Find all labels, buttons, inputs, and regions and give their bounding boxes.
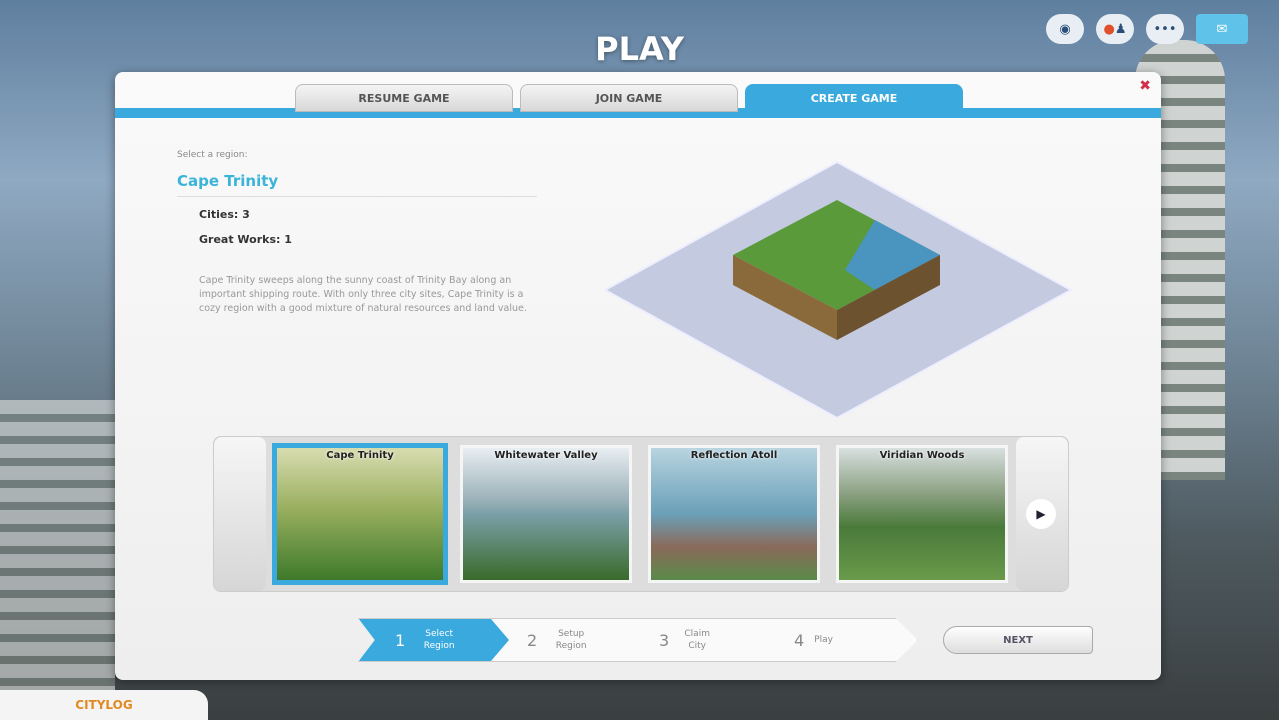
step-select-region: 1 Select Region: [359, 619, 509, 661]
play-arrow-icon: ▶: [1026, 499, 1056, 529]
sims-icon[interactable]: ◉: [1046, 14, 1084, 44]
region-card-reflection-atoll[interactable]: Reflection Atoll: [648, 445, 820, 583]
setup-steps: 1 Select Region 2 Setup Region 3 Claim City…: [358, 618, 918, 662]
region-map-preview: [605, 160, 1074, 420]
great-works-count: Great Works: 1: [199, 233, 292, 246]
region-description: Cape Trinity sweeps along the sunny coas…: [199, 275, 527, 314]
region-card-label: Viridian Woods: [879, 450, 965, 461]
region-card-label: Whitewater Valley: [494, 450, 598, 461]
background-building: [0, 400, 115, 690]
region-card-label: Cape Trinity: [326, 450, 394, 461]
carousel-next-button[interactable]: ▶: [1016, 437, 1068, 591]
carousel-prev-button[interactable]: [214, 437, 266, 591]
notifications-icon[interactable]: ✉: [1196, 14, 1248, 44]
step-play: 4 Play: [794, 630, 833, 650]
play-dialog: RESUME GAME JOIN GAME CREATE GAME ✖ Sele…: [115, 72, 1161, 680]
tab-join-game[interactable]: JOIN GAME: [520, 84, 738, 112]
region-name: Cape Trinity: [177, 172, 537, 197]
next-button[interactable]: NEXT: [943, 626, 1093, 654]
region-prompt: Select a region:: [177, 150, 248, 160]
region-card-label: Reflection Atoll: [690, 450, 778, 461]
region-card-whitewater-valley[interactable]: Whitewater Valley: [460, 445, 632, 583]
close-icon[interactable]: ✖: [1139, 78, 1151, 94]
region-card-viridian-woods[interactable]: Viridian Woods: [836, 445, 1008, 583]
top-icons: ◉ ● ♟ ••• ✉: [1046, 14, 1248, 44]
tab-create-game[interactable]: CREATE GAME: [745, 84, 963, 112]
step-claim-city: 3 Claim City: [659, 629, 710, 651]
tab-resume-game[interactable]: RESUME GAME: [295, 84, 513, 112]
region-carousel: Cape Trinity Whitewater Valley Reflectio…: [213, 436, 1069, 592]
region-card-cape-trinity[interactable]: Cape Trinity: [274, 445, 446, 583]
step-setup-region: 2 Setup Region: [527, 629, 587, 651]
cities-count: Cities: 3: [199, 208, 250, 221]
more-icon[interactable]: •••: [1146, 14, 1184, 44]
citylog-button[interactable]: CITYLOG: [0, 690, 208, 720]
citylog-label: CITYLOG: [75, 698, 133, 712]
friends-icon[interactable]: ● ♟: [1096, 14, 1134, 44]
